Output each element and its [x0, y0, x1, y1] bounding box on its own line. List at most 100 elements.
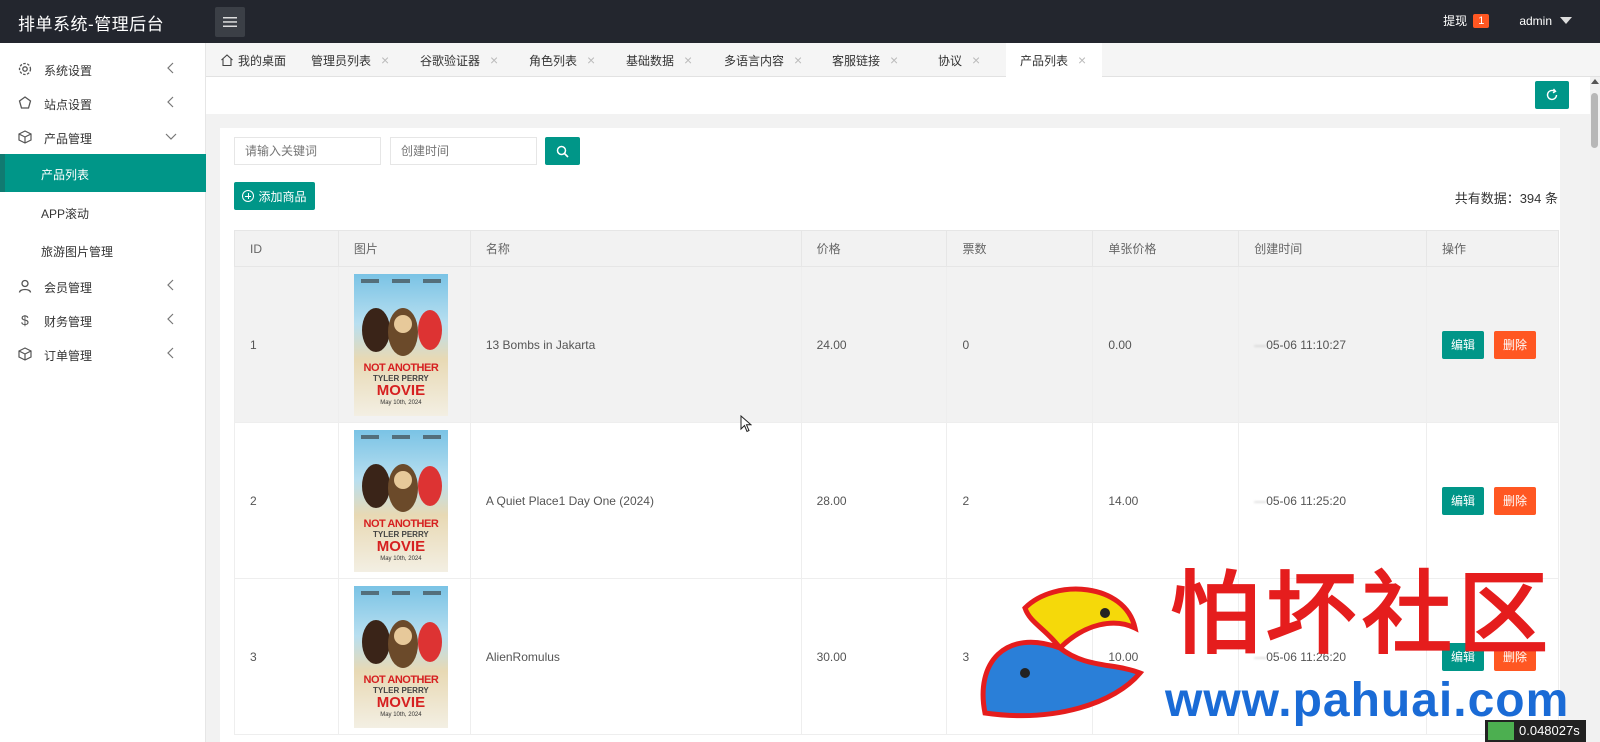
tab-service-link[interactable]: 客服链接 × [832, 43, 898, 77]
close-icon[interactable]: × [490, 52, 498, 68]
tab-label: 产品列表 [1020, 53, 1069, 68]
cell-unit-price: 0.00 [1092, 266, 1240, 423]
tab-agreement[interactable]: 协议 × [938, 43, 980, 77]
product-poster-image: NOT ANOTHER TYLER PERRY MOVIE May 10th, … [353, 429, 448, 572]
withdraw-label: 提现 [1443, 14, 1468, 28]
close-icon[interactable]: × [381, 52, 389, 68]
cell-name: 13 Bombs in Jakarta [469, 266, 802, 423]
cell-votes: 0 [946, 266, 1094, 423]
poster-line3: MOVIE [376, 693, 426, 711]
date-input[interactable] [390, 137, 537, 165]
poster-line1: NOT ANOTHER [363, 673, 439, 686]
sidebar-item-label: 财务管理 [44, 315, 93, 329]
cell-price: 24.00 [800, 266, 948, 423]
close-icon[interactable]: × [794, 52, 802, 68]
svg-text:$: $ [21, 312, 29, 328]
sidebar: 系统设置 站点设置 产品管理 产品列表 APP滚动 旅游图片管理 会员管理 $ … [0, 43, 206, 742]
cell-actions: 编辑 删除 [1426, 266, 1559, 423]
tab-label: 我的桌面 [238, 53, 287, 68]
cell-image: NOT ANOTHER TYLER PERRY MOVIE May 10th, … [337, 422, 471, 579]
cell-votes: 3 [946, 578, 1094, 735]
sidebar-item-member-management[interactable]: 会员管理 [0, 269, 206, 303]
sidebar-subitem-label: 旅游图片管理 [41, 245, 114, 259]
chevron-down-icon [165, 133, 177, 140]
table-row: 2 NOT ANOTHER TYLER PERRY MOVIE May 10th… [234, 422, 1559, 579]
chevron-left-icon [167, 62, 174, 74]
table-header-row: ID 图片 名称 价格 票数 单张价格 创建时间 操作 [234, 230, 1559, 267]
cell-actions: 编辑 删除 [1426, 578, 1559, 735]
delete-button[interactable]: 删除 [1494, 486, 1537, 515]
caret-down-icon [1560, 17, 1572, 24]
column-header-name: 名称 [469, 230, 802, 267]
column-header-unit-price: 单张价格 [1092, 230, 1240, 267]
sidebar-item-finance-management[interactable]: $ 财务管理 [0, 303, 206, 337]
sidebar-item-order-management[interactable]: 订单管理 [0, 337, 206, 371]
tab-basic-data[interactable]: 基础数据 × [626, 43, 692, 77]
sidebar-item-site-settings[interactable]: 站点设置 [0, 86, 206, 120]
tab-role-list[interactable]: 角色列表 × [529, 43, 595, 77]
tab-label: 角色列表 [529, 53, 578, 68]
search-icon [556, 145, 569, 158]
poster-line1: NOT ANOTHER [363, 517, 439, 530]
tab-label: 基础数据 [626, 53, 675, 68]
sidebar-item-label: 订单管理 [44, 349, 93, 363]
cell-created-time: —05-06 11:10:27 [1238, 266, 1428, 423]
scroll-up-icon[interactable] [1591, 79, 1599, 84]
scrollbar-thumb[interactable] [1591, 93, 1598, 148]
keyword-input[interactable] [234, 137, 381, 165]
search-button[interactable] [545, 137, 580, 165]
close-icon[interactable]: × [587, 52, 595, 68]
poster-line4: May 10th, 2024 [380, 555, 422, 562]
scrollbar[interactable] [1590, 77, 1600, 742]
cell-actions: 编辑 删除 [1426, 422, 1559, 579]
created-time-value: 05-06 11:10:27 [1266, 337, 1347, 352]
total-count: 共有数据：394 条 [1454, 191, 1558, 206]
add-product-button[interactable]: 添加商品 [234, 182, 315, 210]
column-header-created-time: 创建时间 [1238, 230, 1428, 267]
plus-circle-icon [242, 190, 255, 202]
column-header-actions: 操作 [1426, 230, 1559, 267]
close-icon[interactable]: × [972, 52, 980, 68]
tab-product-list[interactable]: 产品列表 × [1006, 43, 1102, 77]
box-icon [18, 130, 32, 144]
sidebar-item-system-settings[interactable]: 系统设置 [0, 52, 206, 86]
edit-button[interactable]: 编辑 [1442, 330, 1485, 359]
order-icon [18, 347, 32, 361]
mouse-cursor-icon [740, 415, 752, 433]
column-header-votes: 票数 [946, 230, 1094, 267]
tab-multilingual[interactable]: 多语言内容 × [724, 43, 802, 77]
sidebar-item-product-management[interactable]: 产品管理 [0, 120, 206, 154]
close-icon[interactable]: × [1078, 52, 1086, 68]
edit-button[interactable]: 编辑 [1442, 642, 1485, 671]
withdraw-link[interactable]: 提现 1 [1443, 12, 1490, 29]
edit-button[interactable]: 编辑 [1442, 486, 1485, 515]
product-poster-image: NOT ANOTHER TYLER PERRY MOVIE May 10th, … [353, 585, 448, 728]
column-header-id: ID [234, 230, 339, 267]
cell-name: AlienRomulus [469, 578, 802, 735]
refresh-button[interactable] [1535, 81, 1569, 109]
delete-button[interactable]: 删除 [1494, 330, 1537, 359]
sidebar-subitem-travel-images[interactable]: 旅游图片管理 [0, 231, 206, 269]
withdraw-badge: 1 [1473, 13, 1490, 28]
chevron-left-icon [167, 96, 174, 108]
menu-toggle-button[interactable] [215, 7, 245, 37]
cell-price: 28.00 [800, 422, 948, 579]
delete-button[interactable]: 删除 [1494, 642, 1537, 671]
close-icon[interactable]: × [890, 52, 898, 68]
close-icon[interactable]: × [684, 52, 692, 68]
tab-google-auth[interactable]: 谷歌验证器 × [420, 43, 498, 77]
sidebar-subitem-product-list[interactable]: 产品列表 [0, 154, 206, 192]
table-row: 1 NOT ANOTHER TYLER PERRY MOVIE May 10th… [234, 266, 1559, 423]
tab-admin-list[interactable]: 管理员列表 × [311, 43, 389, 77]
toolbar-strip [206, 77, 1590, 114]
poster-line3: MOVIE [376, 381, 426, 399]
cell-id: 2 [234, 422, 339, 579]
poster-line4: May 10th, 2024 [380, 711, 422, 718]
user-menu[interactable]: admin [1519, 14, 1572, 28]
cell-image: NOT ANOTHER TYLER PERRY MOVIE May 10th, … [337, 266, 471, 423]
cell-votes: 2 [946, 422, 1094, 579]
tab-my-desktop[interactable]: 我的桌面 [220, 43, 286, 77]
cell-unit-price: 10.00 [1092, 578, 1240, 735]
cell-created-time: —05-06 11:26:20 [1238, 578, 1428, 735]
sidebar-subitem-app-scroll[interactable]: APP滚动 [0, 193, 206, 231]
